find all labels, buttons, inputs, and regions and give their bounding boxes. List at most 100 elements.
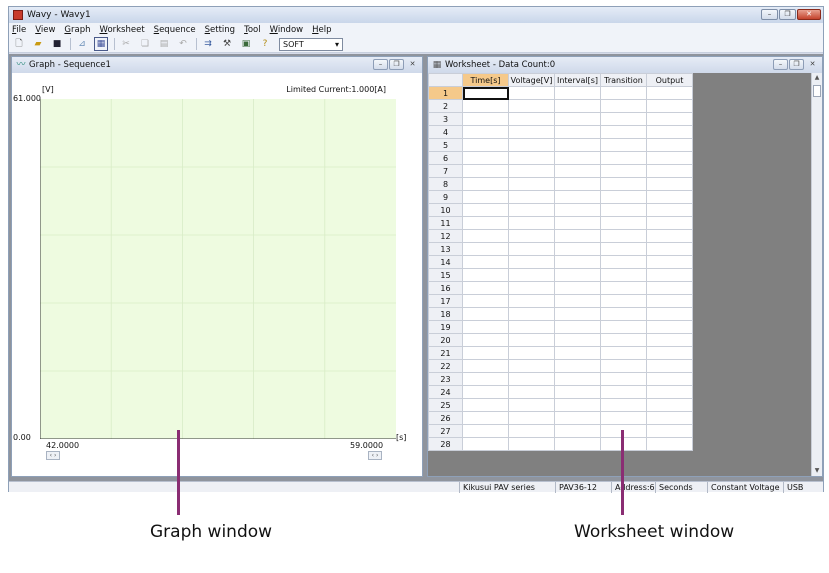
row-header[interactable]: 7 bbox=[428, 164, 463, 178]
table-cell[interactable] bbox=[462, 112, 509, 126]
table-cell[interactable] bbox=[554, 164, 601, 178]
table-cell[interactable] bbox=[508, 99, 555, 113]
table-cell[interactable] bbox=[600, 255, 647, 269]
menu-window[interactable]: Window bbox=[270, 25, 304, 35]
table-cell[interactable] bbox=[508, 294, 555, 308]
table-cell[interactable] bbox=[508, 86, 555, 100]
table-cell[interactable] bbox=[600, 307, 647, 321]
table-cell[interactable] bbox=[554, 294, 601, 308]
table-cell[interactable] bbox=[508, 242, 555, 256]
table-cell[interactable] bbox=[600, 359, 647, 373]
table-cell[interactable] bbox=[600, 385, 647, 399]
table-cell[interactable] bbox=[600, 138, 647, 152]
row-header[interactable]: 19 bbox=[428, 320, 463, 334]
worksheet-vertical-scrollbar[interactable]: ▲ ▼ bbox=[811, 73, 822, 476]
table-cell[interactable] bbox=[508, 268, 555, 282]
x-max-scroll-arrows[interactable]: ‹ › bbox=[368, 451, 382, 460]
row-header[interactable]: 15 bbox=[428, 268, 463, 282]
table-cell[interactable] bbox=[508, 177, 555, 191]
table-cell[interactable] bbox=[554, 112, 601, 126]
paste-icon[interactable]: ▤ bbox=[157, 37, 171, 51]
row-header[interactable]: 24 bbox=[428, 385, 463, 399]
close-button[interactable]: ✕ bbox=[797, 9, 821, 20]
menu-sequence[interactable]: Sequence bbox=[154, 25, 196, 35]
row-header[interactable]: 6 bbox=[428, 151, 463, 165]
monitor-icon[interactable]: ▣ bbox=[239, 37, 253, 51]
row-header[interactable]: 21 bbox=[428, 346, 463, 360]
table-cell[interactable] bbox=[508, 138, 555, 152]
table-cell[interactable] bbox=[462, 229, 509, 243]
worksheet-restore-button[interactable]: ❐ bbox=[789, 59, 804, 70]
graph-window-titlebar[interactable]: 〰 Graph - Sequence1 – ❐ ✕ bbox=[12, 57, 422, 73]
table-cell[interactable] bbox=[646, 411, 693, 425]
table-cell[interactable] bbox=[646, 307, 693, 321]
table-cell[interactable] bbox=[646, 398, 693, 412]
table-cell[interactable] bbox=[508, 125, 555, 139]
scroll-up-icon[interactable]: ▲ bbox=[812, 73, 822, 83]
table-cell[interactable] bbox=[646, 138, 693, 152]
table-cell[interactable] bbox=[646, 229, 693, 243]
new-icon[interactable]: 🗋 bbox=[12, 37, 26, 51]
table-cell[interactable] bbox=[554, 346, 601, 360]
table-cell[interactable] bbox=[554, 320, 601, 334]
table-cell[interactable] bbox=[600, 164, 647, 178]
table-cell[interactable] bbox=[508, 437, 555, 451]
table-cell[interactable] bbox=[462, 268, 509, 282]
table-cell[interactable] bbox=[508, 307, 555, 321]
table-cell[interactable] bbox=[646, 216, 693, 230]
table-cell[interactable] bbox=[646, 177, 693, 191]
menu-tool[interactable]: Tool bbox=[244, 25, 261, 35]
table-cell[interactable] bbox=[508, 333, 555, 347]
mode-select[interactable]: SOFT ▾ bbox=[279, 37, 343, 51]
transfer-icon[interactable]: ⇉ bbox=[201, 37, 215, 51]
table-cell[interactable] bbox=[462, 359, 509, 373]
table-cell[interactable] bbox=[554, 177, 601, 191]
copy-icon[interactable]: ❏ bbox=[138, 37, 152, 51]
worksheet-minimize-button[interactable]: – bbox=[773, 59, 788, 70]
menu-file[interactable]: File bbox=[12, 25, 26, 35]
column-header-transition[interactable]: Transition bbox=[600, 73, 647, 87]
table-cell[interactable] bbox=[600, 398, 647, 412]
table-cell[interactable] bbox=[600, 216, 647, 230]
table-cell[interactable] bbox=[508, 229, 555, 243]
table-cell[interactable] bbox=[462, 385, 509, 399]
table-cell[interactable] bbox=[600, 320, 647, 334]
table-cell[interactable] bbox=[462, 242, 509, 256]
table-cell[interactable] bbox=[554, 151, 601, 165]
table-cell[interactable] bbox=[462, 398, 509, 412]
menu-setting[interactable]: Setting bbox=[205, 25, 235, 35]
table-cell[interactable] bbox=[600, 346, 647, 360]
scroll-thumb[interactable] bbox=[813, 85, 821, 97]
row-header[interactable]: 9 bbox=[428, 190, 463, 204]
table-cell[interactable] bbox=[600, 190, 647, 204]
row-header[interactable]: 27 bbox=[428, 424, 463, 438]
graph-minimize-button[interactable]: – bbox=[373, 59, 388, 70]
worksheet-close-button[interactable]: ✕ bbox=[805, 59, 820, 70]
table-cell[interactable] bbox=[600, 281, 647, 295]
table-cell[interactable] bbox=[646, 164, 693, 178]
column-header-voltage[interactable]: Voltage[V] bbox=[508, 73, 555, 87]
table-cell[interactable] bbox=[600, 112, 647, 126]
table-cell[interactable] bbox=[462, 151, 509, 165]
table-cell[interactable] bbox=[508, 398, 555, 412]
table-cell[interactable] bbox=[508, 190, 555, 204]
table-cell[interactable] bbox=[554, 385, 601, 399]
table-cell[interactable] bbox=[554, 229, 601, 243]
table-cell[interactable] bbox=[508, 320, 555, 334]
graph-restore-button[interactable]: ❐ bbox=[389, 59, 404, 70]
table-cell[interactable] bbox=[600, 86, 647, 100]
table-cell[interactable] bbox=[646, 320, 693, 334]
undo-icon[interactable]: ↶ bbox=[176, 37, 190, 51]
table-cell[interactable] bbox=[646, 281, 693, 295]
table-cell[interactable] bbox=[554, 242, 601, 256]
row-header[interactable]: 8 bbox=[428, 177, 463, 191]
row-header[interactable]: 14 bbox=[428, 255, 463, 269]
table-cell[interactable] bbox=[554, 424, 601, 438]
table-cell[interactable] bbox=[646, 190, 693, 204]
settings-icon[interactable]: ⚒ bbox=[220, 37, 234, 51]
row-header[interactable]: 22 bbox=[428, 359, 463, 373]
table-cell[interactable] bbox=[646, 372, 693, 386]
table-cell[interactable] bbox=[508, 372, 555, 386]
table-cell[interactable] bbox=[554, 398, 601, 412]
row-header[interactable]: 3 bbox=[428, 112, 463, 126]
